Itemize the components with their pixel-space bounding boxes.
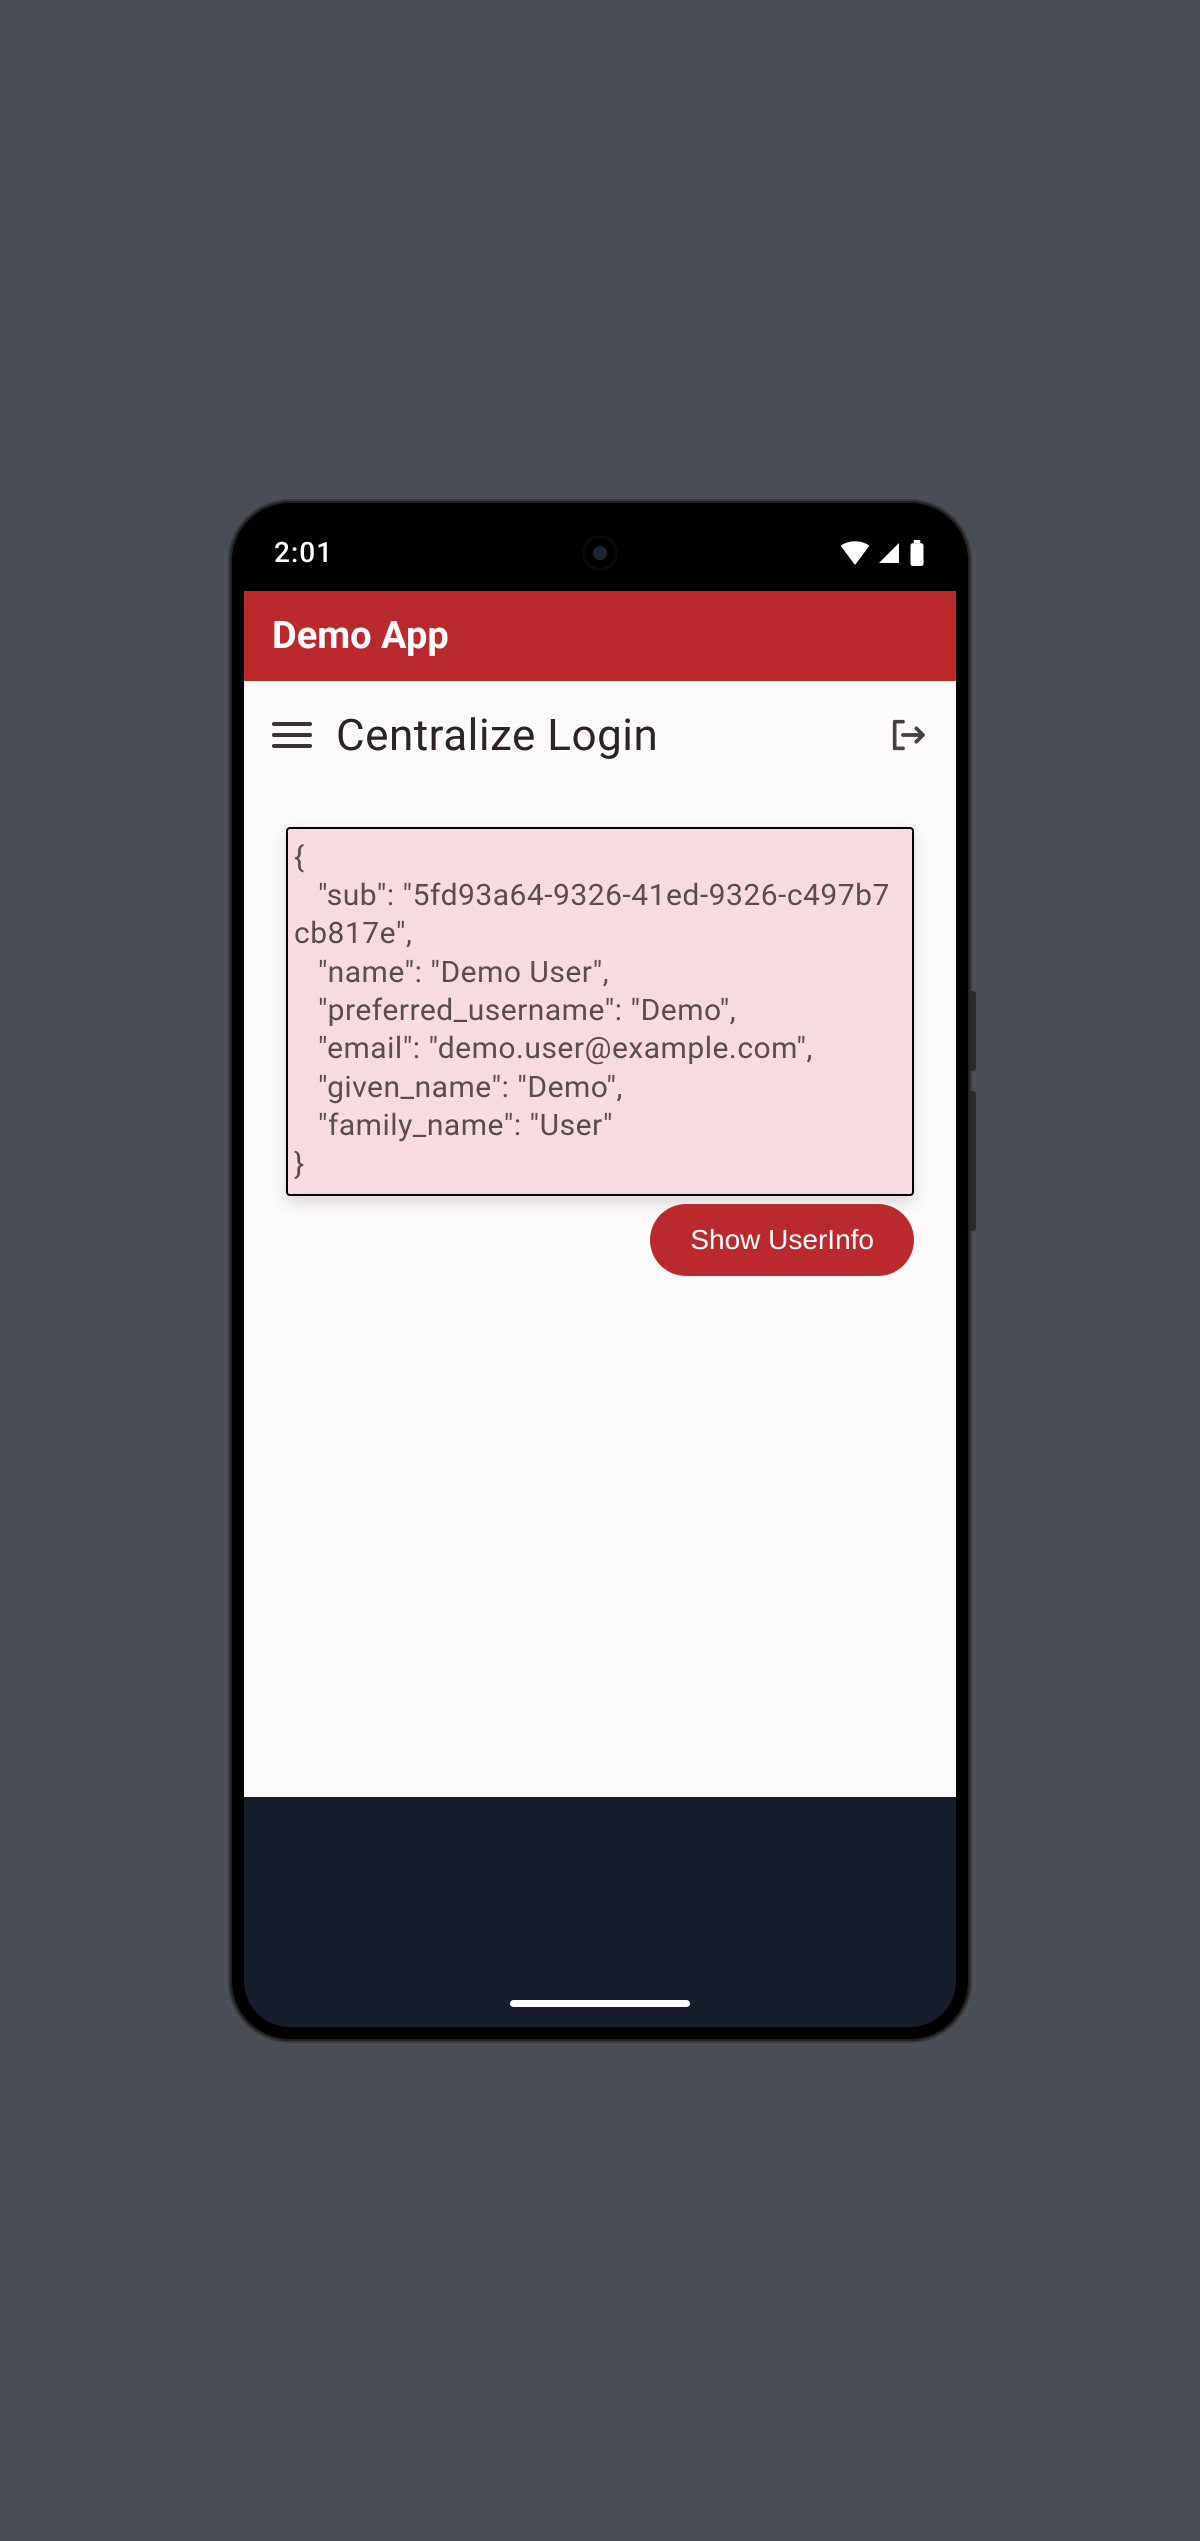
status-icons <box>840 540 926 566</box>
wifi-icon <box>840 541 870 565</box>
signal-icon <box>876 541 902 565</box>
nav-bar <box>244 1797 956 2027</box>
page-header: Centralize Login <box>244 681 956 771</box>
userinfo-json: { "sub": "5fd93a64-9326-41ed-9326-c497b7… <box>294 839 906 1185</box>
app-bar: Demo App <box>244 591 956 681</box>
menu-icon[interactable] <box>272 715 312 755</box>
device-side-button <box>970 1091 976 1231</box>
camera-notch <box>582 535 618 571</box>
home-indicator[interactable] <box>510 2000 690 2007</box>
app-title: Demo App <box>272 614 449 658</box>
device-side-button <box>970 991 976 1071</box>
content-area: Centralize Login { "sub": "5fd93a64-9326… <box>244 681 956 1797</box>
page-title: Centralize Login <box>336 709 864 761</box>
status-time: 2:01 <box>274 536 333 569</box>
phone-frame: 2:01 Demo App Centralize Login { <box>230 501 970 2041</box>
userinfo-card: { "sub": "5fd93a64-9326-41ed-9326-c497b7… <box>286 827 914 1197</box>
logout-icon[interactable] <box>888 715 928 755</box>
show-userinfo-button[interactable]: Show UserInfo <box>650 1204 914 1276</box>
battery-icon <box>908 540 926 566</box>
phone-screen: 2:01 Demo App Centralize Login { <box>244 515 956 2027</box>
button-row: Show UserInfo <box>244 1196 956 1276</box>
